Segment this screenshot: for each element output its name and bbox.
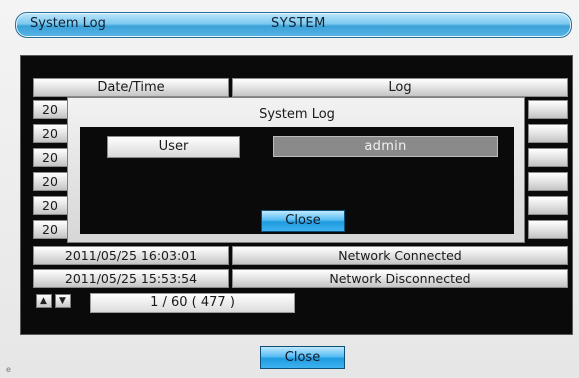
table-row-log-partial[interactable] [528, 124, 568, 143]
dialog-close-button[interactable]: Close [261, 210, 345, 232]
table-row-log-partial[interactable] [528, 100, 568, 119]
user-field-value: admin [273, 136, 498, 157]
user-field-label[interactable]: User [107, 136, 240, 158]
window-frame: System Log SYSTEM Date/Time Log 20 20 20… [0, 0, 579, 378]
page-indicator[interactable]: 1 / 60 ( 477 ) [90, 293, 295, 313]
triangle-up-icon: ▲ [40, 296, 47, 306]
table-row-datetime[interactable]: 2011/05/25 16:03:01 [33, 246, 229, 265]
table-row-log-partial[interactable] [528, 196, 568, 215]
triangle-down-icon: ▼ [59, 296, 66, 306]
table-row-log-partial[interactable] [528, 172, 568, 191]
table-row-datetime[interactable]: 2011/05/25 15:53:54 [33, 269, 229, 288]
column-header-datetime[interactable]: Date/Time [33, 78, 229, 97]
section-title: SYSTEM [271, 16, 326, 31]
column-header-log[interactable]: Log [232, 78, 568, 97]
table-row-log-partial[interactable] [528, 148, 568, 167]
dialog-title: System Log [259, 107, 335, 122]
table-row-log[interactable]: Network Connected [232, 246, 568, 265]
corner-mark: e [6, 365, 11, 374]
system-log-dialog: System Log User admin Close [67, 97, 525, 243]
table-row-log-partial[interactable] [528, 220, 568, 239]
page-down-button[interactable]: ▼ [55, 294, 71, 308]
page-up-button[interactable]: ▲ [36, 294, 52, 308]
title-bar: System Log SYSTEM [15, 12, 572, 38]
window-title: System Log [30, 16, 106, 31]
table-row-log[interactable]: Network Disconnected [232, 269, 568, 288]
close-button[interactable]: Close [260, 346, 345, 369]
